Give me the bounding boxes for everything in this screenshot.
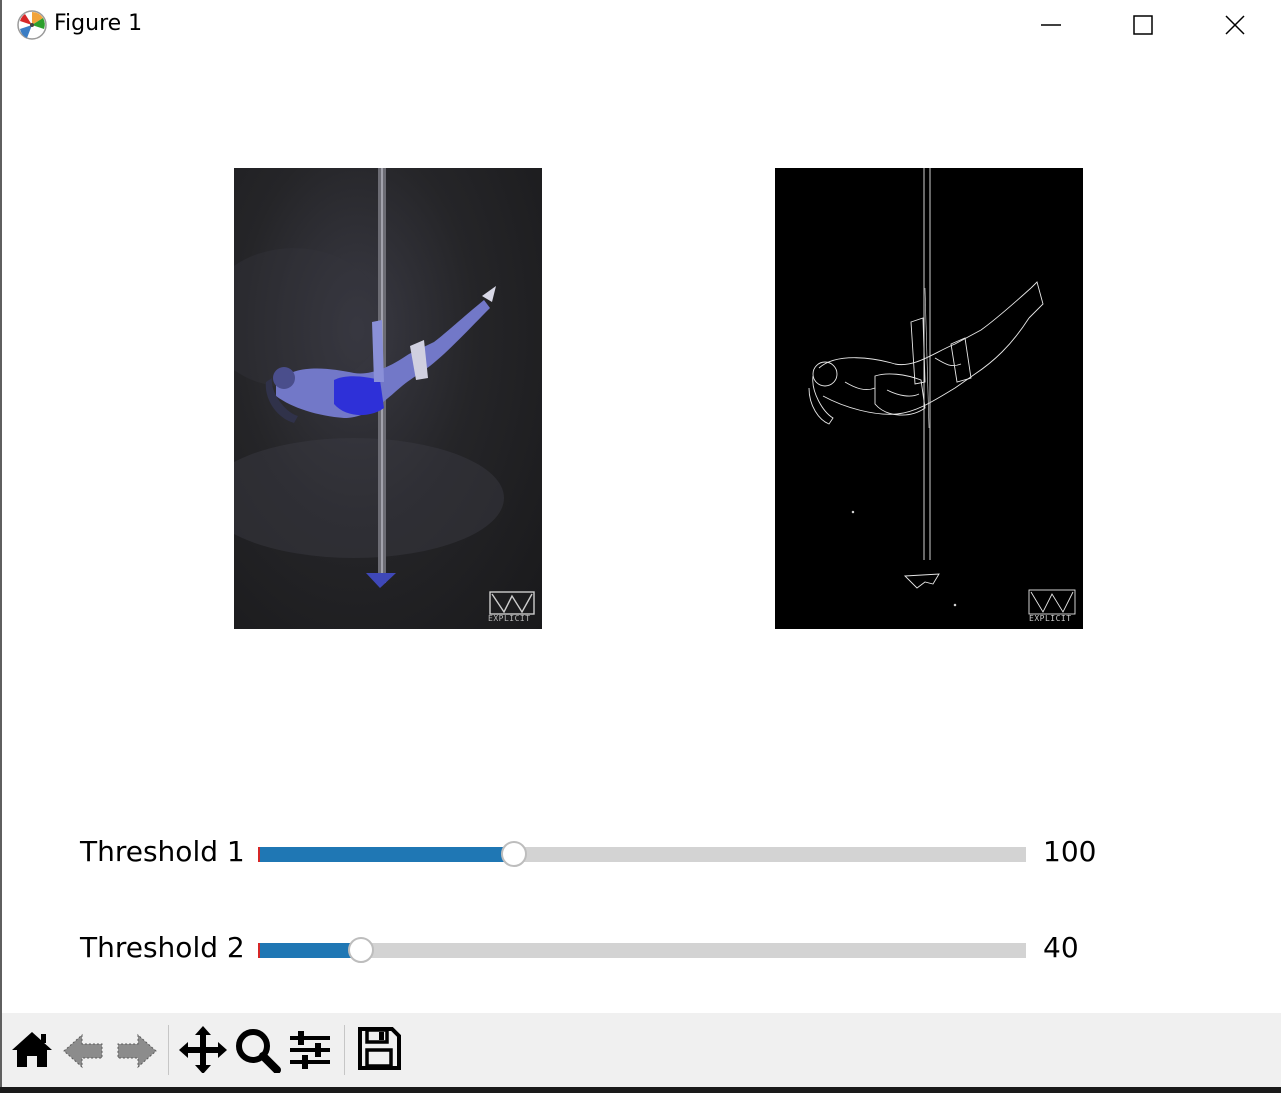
window-title: Figure 1 <box>54 11 143 36</box>
save-button[interactable] <box>354 1023 404 1073</box>
edge-image[interactable]: EXPLICIT <box>775 168 1083 629</box>
close-icon <box>1225 15 1245 35</box>
window-border <box>0 0 2 1093</box>
configure-subplots-icon <box>290 1031 330 1069</box>
back-icon <box>63 1033 103 1069</box>
configure-subplots-button[interactable] <box>286 1023 336 1073</box>
forward-button[interactable] <box>110 1023 160 1073</box>
pan-button[interactable] <box>178 1023 228 1073</box>
watermark-logo-icon <box>1028 589 1076 615</box>
back-button[interactable] <box>60 1023 110 1073</box>
matplotlib-logo-icon <box>16 9 48 41</box>
watermark-text: EXPLICIT <box>488 614 531 623</box>
pan-icon <box>179 1026 227 1073</box>
zoom-icon <box>236 1029 281 1073</box>
watermark-logo-icon <box>489 591 535 615</box>
slider-fill <box>259 847 514 862</box>
home-button[interactable] <box>8 1023 58 1073</box>
slider-initial-marker <box>258 847 260 862</box>
slider-handle[interactable] <box>501 841 527 867</box>
zoom-button[interactable] <box>232 1023 282 1073</box>
close-button[interactable] <box>1189 0 1281 50</box>
forward-icon <box>117 1033 157 1069</box>
slider-fill <box>259 943 361 958</box>
maximize-icon <box>1133 15 1153 35</box>
watermark-text: EXPLICIT <box>1029 614 1072 623</box>
slider-value: 40 <box>1043 931 1079 964</box>
minimize-button[interactable] <box>1005 0 1097 50</box>
slider-label: Threshold 2 <box>80 931 245 964</box>
maximize-button[interactable] <box>1097 0 1189 50</box>
save-icon <box>358 1027 401 1070</box>
original-image[interactable]: EXPLICIT <box>234 168 542 629</box>
home-icon <box>12 1032 52 1067</box>
slider-initial-marker <box>258 943 260 958</box>
slider-track[interactable] <box>259 943 1026 958</box>
window-border <box>0 1087 1281 1093</box>
minimize-icon <box>1041 24 1061 26</box>
figure-window: Figure 1 EXPLICIT EXPLICIT Threshold 1 1… <box>0 0 1281 1093</box>
toolbar-separator <box>168 1025 169 1075</box>
slider-handle[interactable] <box>348 937 374 963</box>
title-bar[interactable]: Figure 1 <box>2 0 1281 50</box>
navigation-toolbar <box>2 1013 1281 1087</box>
toolbar-separator <box>344 1025 345 1075</box>
slider-label: Threshold 1 <box>80 835 245 868</box>
slider-value: 100 <box>1043 835 1097 868</box>
